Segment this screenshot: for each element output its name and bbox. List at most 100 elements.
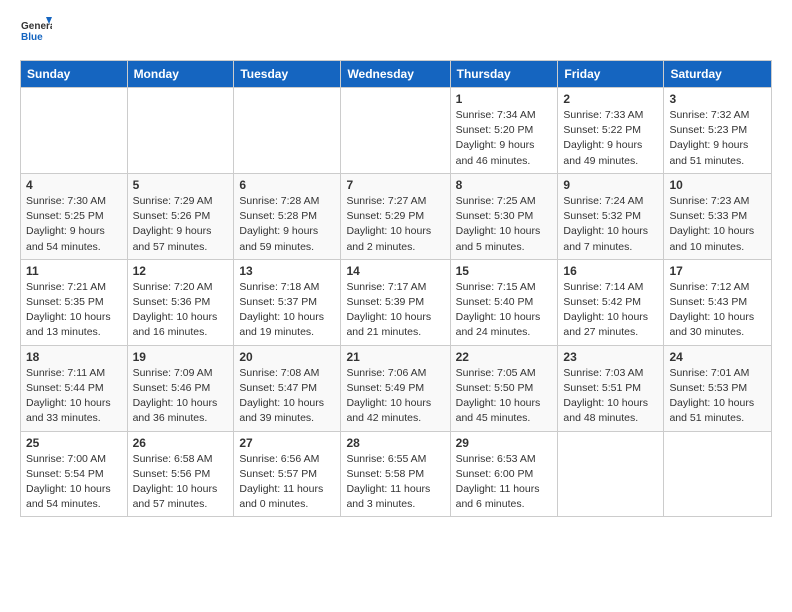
day-info: Sunrise: 7:00 AM Sunset: 5:54 PM Dayligh… [26, 452, 122, 513]
day-number: 21 [346, 350, 444, 364]
calendar-cell: 28 Sunrise: 6:55 AM Sunset: 5:58 PM Dayli… [341, 431, 450, 517]
calendar-cell: 19 Sunrise: 7:09 AM Sunset: 5:46 PM Dayli… [127, 345, 234, 431]
col-header-sunday: Sunday [21, 61, 128, 88]
calendar-cell: 16 Sunrise: 7:14 AM Sunset: 5:42 PM Dayli… [558, 259, 664, 345]
week-row-5: 25Sunrise: 7:00 AM Sunset: 5:54 PM Dayli… [21, 431, 772, 517]
calendar-cell: 20Sunrise: 7:08 AM Sunset: 5:47 PM Dayli… [234, 345, 341, 431]
day-number: 4 [26, 178, 122, 192]
day-info: Sunrise: 7:28 AM Sunset: 5:28 PM Dayligh… [239, 194, 335, 255]
day-number: 7 [346, 178, 444, 192]
col-header-friday: Friday [558, 61, 664, 88]
col-header-thursday: Thursday [450, 61, 558, 88]
calendar-cell: 22 Sunrise: 7:05 AM Sunset: 5:50 PM Dayli… [450, 345, 558, 431]
day-info: Sunrise: 7:21 AM Sunset: 5:35 PM Dayligh… [26, 280, 122, 341]
day-number: 23 [563, 350, 658, 364]
day-info: Sunrise: 7:33 AM Sunset: 5:22 PM Dayligh… [563, 108, 658, 169]
calendar-cell: 11 Sunrise: 7:21 AM Sunset: 5:35 PM Dayli… [21, 259, 128, 345]
week-row-1: 1Sunrise: 7:34 AM Sunset: 5:20 PM Daylig… [21, 88, 772, 174]
calendar-cell [558, 431, 664, 517]
day-info: Sunrise: 6:53 AM Sunset: 6:00 PM Dayligh… [456, 452, 553, 513]
day-number: 22 [456, 350, 553, 364]
day-info: Sunrise: 7:20 AM Sunset: 5:36 PM Dayligh… [133, 280, 229, 341]
day-number: 6 [239, 178, 335, 192]
svg-text:General: General [21, 21, 52, 32]
day-number: 11 [26, 264, 122, 278]
col-header-monday: Monday [127, 61, 234, 88]
day-info: Sunrise: 7:09 AM Sunset: 5:46 PM Dayligh… [133, 366, 229, 427]
day-info: Sunrise: 7:14 AM Sunset: 5:42 PM Dayligh… [563, 280, 658, 341]
calendar-cell: 1Sunrise: 7:34 AM Sunset: 5:20 PM Daylig… [450, 88, 558, 174]
day-number: 18 [26, 350, 122, 364]
day-info: Sunrise: 7:30 AM Sunset: 5:25 PM Dayligh… [26, 194, 122, 255]
day-number: 2 [563, 92, 658, 106]
day-info: Sunrise: 7:05 AM Sunset: 5:50 PM Dayligh… [456, 366, 553, 427]
day-number: 5 [133, 178, 229, 192]
day-number: 15 [456, 264, 553, 278]
calendar-cell: 15 Sunrise: 7:15 AM Sunset: 5:40 PM Dayli… [450, 259, 558, 345]
calendar-header-row: SundayMondayTuesdayWednesdayThursdayFrid… [21, 61, 772, 88]
day-number: 1 [456, 92, 553, 106]
day-number: 28 [346, 436, 444, 450]
calendar-cell: 14Sunrise: 7:17 AM Sunset: 5:39 PM Dayli… [341, 259, 450, 345]
calendar-cell: 4 Sunrise: 7:30 AM Sunset: 5:25 PM Daylig… [21, 173, 128, 259]
calendar-cell: 13 Sunrise: 7:18 AM Sunset: 5:37 PM Dayli… [234, 259, 341, 345]
calendar-cell: 18Sunrise: 7:11 AM Sunset: 5:44 PM Dayli… [21, 345, 128, 431]
calendar-cell: 25Sunrise: 7:00 AM Sunset: 5:54 PM Dayli… [21, 431, 128, 517]
day-number: 29 [456, 436, 553, 450]
day-number: 3 [669, 92, 766, 106]
col-header-saturday: Saturday [664, 61, 772, 88]
week-row-2: 4 Sunrise: 7:30 AM Sunset: 5:25 PM Daylig… [21, 173, 772, 259]
day-info: Sunrise: 7:06 AM Sunset: 5:49 PM Dayligh… [346, 366, 444, 427]
calendar-cell [341, 88, 450, 174]
day-number: 13 [239, 264, 335, 278]
calendar-cell: 24 Sunrise: 7:01 AM Sunset: 5:53 PM Dayli… [664, 345, 772, 431]
day-info: Sunrise: 7:32 AM Sunset: 5:23 PM Dayligh… [669, 108, 766, 169]
day-info: Sunrise: 7:23 AM Sunset: 5:33 PM Dayligh… [669, 194, 766, 255]
day-number: 8 [456, 178, 553, 192]
calendar-cell: 9Sunrise: 7:24 AM Sunset: 5:32 PM Daylig… [558, 173, 664, 259]
day-number: 10 [669, 178, 766, 192]
day-info: Sunrise: 7:01 AM Sunset: 5:53 PM Dayligh… [669, 366, 766, 427]
calendar-cell: 12 Sunrise: 7:20 AM Sunset: 5:36 PM Dayli… [127, 259, 234, 345]
day-info: Sunrise: 7:08 AM Sunset: 5:47 PM Dayligh… [239, 366, 335, 427]
day-number: 9 [563, 178, 658, 192]
svg-text:Blue: Blue [21, 32, 43, 43]
day-number: 17 [669, 264, 766, 278]
day-info: Sunrise: 7:17 AM Sunset: 5:39 PM Dayligh… [346, 280, 444, 341]
day-number: 19 [133, 350, 229, 364]
day-info: Sunrise: 7:18 AM Sunset: 5:37 PM Dayligh… [239, 280, 335, 341]
day-number: 16 [563, 264, 658, 278]
col-header-wednesday: Wednesday [341, 61, 450, 88]
day-info: Sunrise: 6:58 AM Sunset: 5:56 PM Dayligh… [133, 452, 229, 513]
calendar-cell: 10 Sunrise: 7:23 AM Sunset: 5:33 PM Dayli… [664, 173, 772, 259]
generalblue-logo-icon: General Blue [20, 16, 52, 48]
page-header: General Blue [20, 16, 772, 48]
day-info: Sunrise: 7:29 AM Sunset: 5:26 PM Dayligh… [133, 194, 229, 255]
day-info: Sunrise: 6:55 AM Sunset: 5:58 PM Dayligh… [346, 452, 444, 513]
calendar-cell: 2 Sunrise: 7:33 AM Sunset: 5:22 PM Daylig… [558, 88, 664, 174]
calendar-cell: 8Sunrise: 7:25 AM Sunset: 5:30 PM Daylig… [450, 173, 558, 259]
day-info: Sunrise: 7:27 AM Sunset: 5:29 PM Dayligh… [346, 194, 444, 255]
calendar-cell [127, 88, 234, 174]
day-info: Sunrise: 6:56 AM Sunset: 5:57 PM Dayligh… [239, 452, 335, 513]
calendar-cell: 3 Sunrise: 7:32 AM Sunset: 5:23 PM Daylig… [664, 88, 772, 174]
calendar-cell: 21 Sunrise: 7:06 AM Sunset: 5:49 PM Dayli… [341, 345, 450, 431]
calendar-cell [21, 88, 128, 174]
calendar-cell: 29 Sunrise: 6:53 AM Sunset: 6:00 PM Dayli… [450, 431, 558, 517]
day-number: 27 [239, 436, 335, 450]
calendar-cell [234, 88, 341, 174]
calendar-cell: 5 Sunrise: 7:29 AM Sunset: 5:26 PM Daylig… [127, 173, 234, 259]
col-header-tuesday: Tuesday [234, 61, 341, 88]
day-number: 12 [133, 264, 229, 278]
day-info: Sunrise: 7:15 AM Sunset: 5:40 PM Dayligh… [456, 280, 553, 341]
logo: General Blue [20, 16, 52, 48]
calendar-table: SundayMondayTuesdayWednesdayThursdayFrid… [20, 60, 772, 517]
day-number: 24 [669, 350, 766, 364]
calendar-cell: 17Sunrise: 7:12 AM Sunset: 5:43 PM Dayli… [664, 259, 772, 345]
day-number: 26 [133, 436, 229, 450]
calendar-cell [664, 431, 772, 517]
calendar-cell: 7 Sunrise: 7:27 AM Sunset: 5:29 PM Daylig… [341, 173, 450, 259]
calendar-cell: 23Sunrise: 7:03 AM Sunset: 5:51 PM Dayli… [558, 345, 664, 431]
calendar-cell: 27 Sunrise: 6:56 AM Sunset: 5:57 PM Dayli… [234, 431, 341, 517]
calendar-cell: 26 Sunrise: 6:58 AM Sunset: 5:56 PM Dayli… [127, 431, 234, 517]
